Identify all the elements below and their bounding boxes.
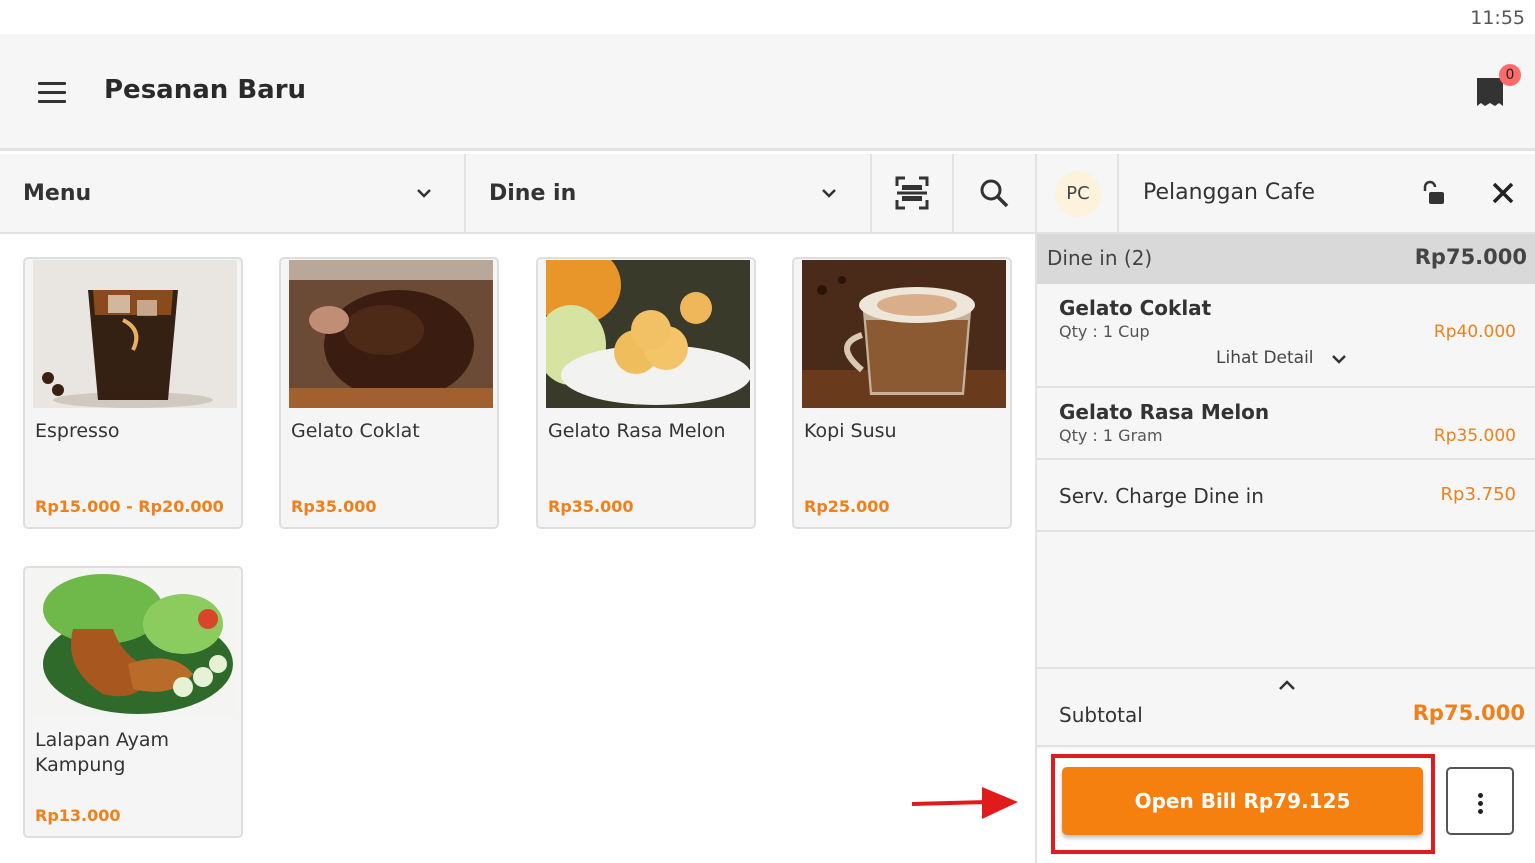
order-line-item[interactable]: Gelato Rasa Melon Qty : 1 Gram Rp35.000 (1037, 388, 1535, 460)
order-group-total: Rp75.000 (1414, 245, 1527, 269)
category-dropdown[interactable]: Menu (0, 154, 466, 232)
chevron-down-icon[interactable] (1330, 350, 1348, 368)
subtotal-row: Subtotal Rp75.000 (1037, 667, 1535, 747)
page-title: Pesanan Baru (104, 75, 307, 105)
product-price: Rp15.000 - Rp20.000 (35, 497, 224, 516)
order-type-label: Dine in (489, 181, 577, 206)
barcode-scan-icon (895, 176, 929, 210)
product-name: Espresso (35, 420, 120, 442)
category-label: Menu (23, 181, 92, 206)
view-detail-link[interactable]: Lihat Detail (1216, 348, 1314, 368)
order-type-dropdown[interactable]: Dine in (466, 154, 872, 232)
product-price: Rp13.000 (35, 806, 121, 825)
milk-coffee-photo-icon (802, 260, 1006, 408)
product-name: Lalapan Ayam Kampung (35, 729, 170, 776)
service-charge-label: Serv. Charge Dine in (1059, 484, 1264, 508)
product-name: Gelato Rasa Melon (548, 420, 726, 442)
action-area: Open Bill Rp79.125 (1037, 749, 1535, 863)
bill-count-badge: 0 (1499, 64, 1521, 86)
search-button[interactable] (954, 154, 1035, 232)
product-card[interactable]: Gelato Coklat Rp35.000 (279, 257, 499, 529)
line-item-price: Rp35.000 (1433, 426, 1516, 446)
chocolate-gelato-photo-icon (289, 260, 493, 408)
toolbar: Menu Dine in (0, 154, 1035, 234)
app-bar: Pesanan Baru 0 (0, 34, 1535, 151)
product-price: Rp35.000 (548, 497, 634, 516)
dot (1478, 801, 1483, 806)
order-group-header: Dine in (2) Rp75.000 (1037, 234, 1535, 284)
line-item-qty: Qty : 1 Gram (1059, 426, 1163, 445)
product-price: Rp25.000 (804, 497, 890, 516)
dot (1478, 793, 1483, 798)
order-panel: PC Pelanggan Cafe Dine in (2) Rp75.000 G… (1035, 154, 1535, 863)
scan-button[interactable] (872, 154, 954, 232)
chevron-down-icon (417, 189, 431, 198)
clock: 11:55 (1470, 7, 1525, 29)
order-line-item[interactable]: Gelato Coklat Qty : 1 Cup Rp40.000 Lihat… (1037, 284, 1535, 388)
customer-row: PC Pelanggan Cafe (1037, 154, 1535, 234)
service-charge-row: Serv. Charge Dine in Rp3.750 (1037, 460, 1535, 532)
search-icon (980, 179, 1009, 208)
line-item-name: Gelato Coklat (1059, 296, 1212, 320)
iced-espresso-photo-icon (33, 260, 237, 408)
melon-gelato-photo-icon (546, 260, 750, 408)
open-bill-button[interactable]: Open Bill Rp79.125 (1062, 767, 1423, 835)
product-price: Rp35.000 (291, 497, 377, 516)
unlock-icon[interactable] (1420, 180, 1446, 206)
product-card[interactable]: Lalapan Ayam Kampung Rp13.000 (23, 566, 243, 838)
arrow-annotation-icon (911, 787, 1018, 819)
more-options-button[interactable] (1446, 767, 1514, 835)
menu-icon[interactable] (38, 82, 66, 104)
product-name: Kopi Susu (804, 420, 897, 442)
close-icon[interactable] (1491, 181, 1515, 205)
customer-name[interactable]: Pelanggan Cafe (1143, 180, 1315, 205)
fried-chicken-photo-icon (33, 569, 237, 717)
subtotal-amount: Rp75.000 (1412, 701, 1525, 725)
dot (1478, 809, 1483, 814)
product-card[interactable]: Kopi Susu Rp25.000 (792, 257, 1012, 529)
avatar: PC (1055, 171, 1101, 217)
product-card[interactable]: Espresso Rp15.000 - Rp20.000 (23, 257, 243, 529)
line-item-qty: Qty : 1 Cup (1059, 322, 1150, 341)
product-grid: Espresso Rp15.000 - Rp20.000 Gelato Cokl… (0, 236, 1035, 863)
chevron-down-icon (822, 189, 836, 198)
product-name: Gelato Coklat (291, 420, 420, 442)
customer-avatar-cell[interactable]: PC (1037, 154, 1119, 232)
service-charge-price: Rp3.750 (1440, 484, 1516, 505)
subtotal-label: Subtotal (1059, 703, 1143, 727)
chevron-up-icon[interactable] (1277, 677, 1297, 693)
line-item-name: Gelato Rasa Melon (1059, 400, 1270, 424)
product-card[interactable]: Gelato Rasa Melon Rp35.000 (536, 257, 756, 529)
status-bar: 11:55 (0, 0, 1535, 34)
line-item-price: Rp40.000 (1433, 322, 1516, 342)
order-group-label: Dine in (2) (1047, 246, 1153, 270)
